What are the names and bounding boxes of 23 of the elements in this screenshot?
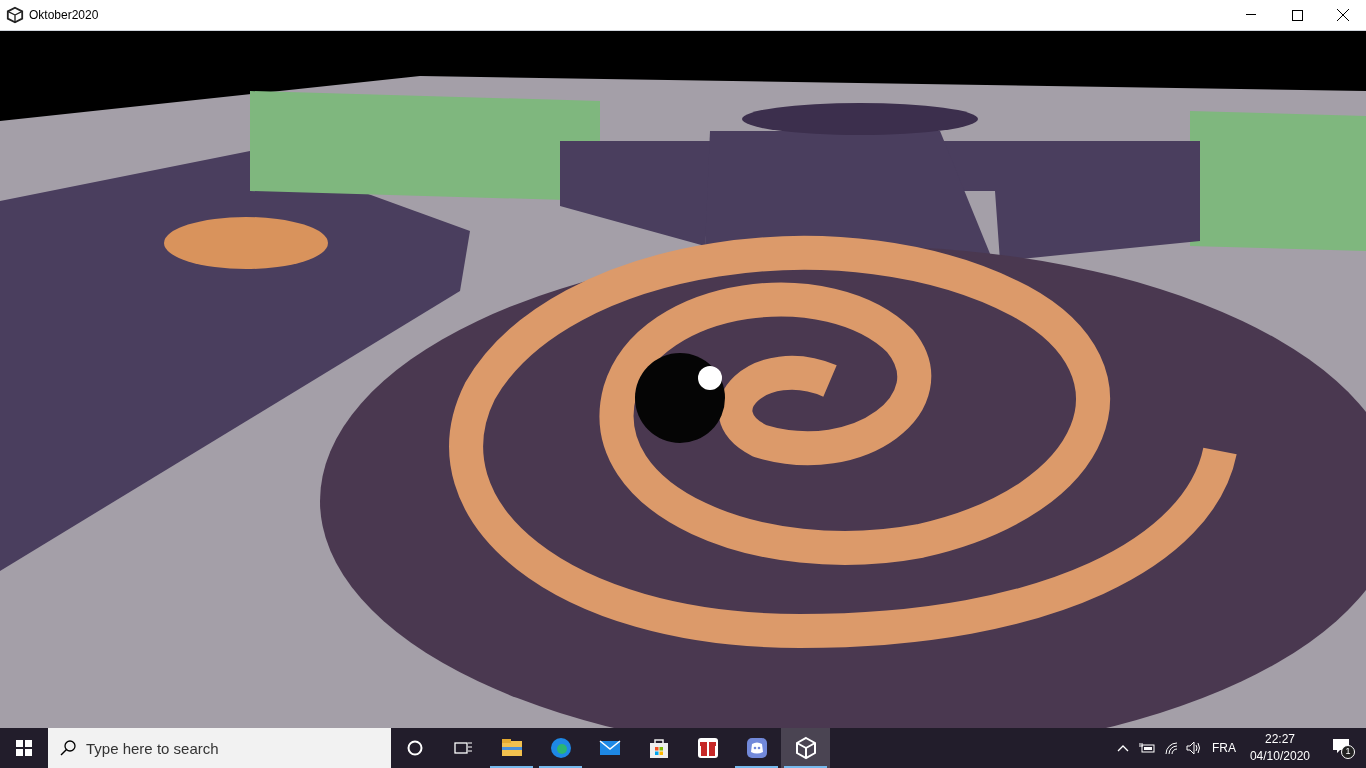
wifi-icon[interactable] [1163,741,1178,755]
running-indicator [539,766,582,768]
minimize-icon [1246,14,1256,16]
running-indicator [735,766,778,768]
gift-icon [695,736,720,760]
window-title: Oktober2020 [29,7,99,24]
taskbar-app-button[interactable] [781,728,830,768]
circle-icon [407,740,423,756]
clock-time[interactable]: 22:27 [1264,731,1295,748]
search-field[interactable]: Type here to search [48,728,391,768]
task-view-icon [454,740,472,756]
running-indicator [490,766,533,768]
windows-logo-icon [16,740,32,756]
chevron-up-icon[interactable] [1116,744,1129,752]
clock-date[interactable]: 04/10/2020 [1249,748,1310,765]
running-indicator [784,766,827,768]
notification-count: 1 [1341,745,1355,759]
maximize-icon [1291,9,1303,21]
language-indicator[interactable]: FRA [1211,739,1236,757]
search-icon [60,740,76,756]
battery-icon[interactable] [1138,742,1155,754]
close-icon [1337,9,1349,21]
speaker-icon[interactable] [1185,741,1202,755]
